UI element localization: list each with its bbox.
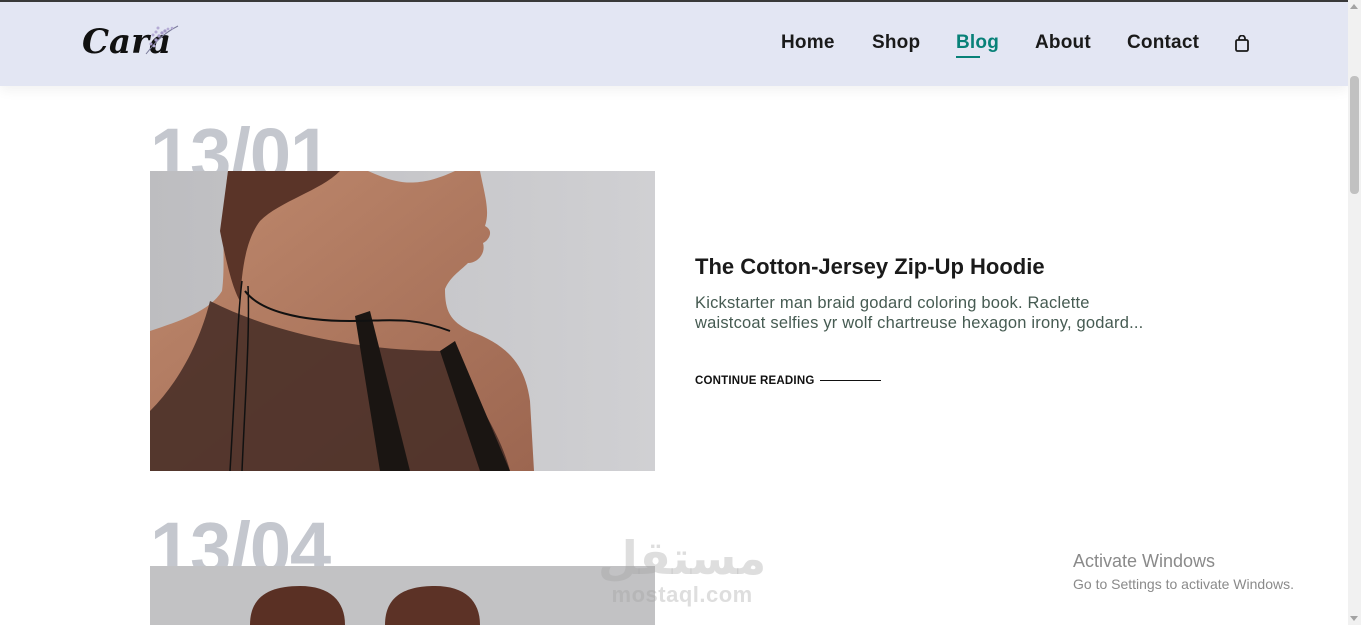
two-models-image bbox=[150, 566, 655, 625]
nav-link-shop[interactable]: Shop bbox=[872, 32, 920, 54]
post-image[interactable] bbox=[150, 171, 655, 471]
activate-title: Activate Windows bbox=[1073, 551, 1216, 571]
activate-windows-notice: Activate Windows Go to Settings to activ… bbox=[1073, 551, 1294, 592]
post-date: 13/01 bbox=[150, 118, 331, 171]
nav-link-home[interactable]: Home bbox=[781, 32, 835, 54]
page-scrollbar[interactable] bbox=[1348, 0, 1361, 625]
shopping-bag-icon[interactable] bbox=[1234, 35, 1250, 53]
read-more-line bbox=[820, 380, 881, 381]
nav-link-about[interactable]: About bbox=[1035, 32, 1091, 54]
nav-active-underline bbox=[956, 56, 980, 58]
watermark-arabic: مستقل bbox=[598, 531, 767, 585]
nav-link-blog[interactable]: Blog bbox=[956, 32, 999, 54]
nav-link-contact[interactable]: Contact bbox=[1127, 32, 1199, 54]
post-title[interactable]: The Cotton-Jersey Zip-Up Hoodie bbox=[695, 254, 1045, 280]
post-date-wrapper: 13/01 bbox=[150, 118, 370, 171]
post-excerpt: Kickstarter man braid godard coloring bo… bbox=[695, 294, 1144, 332]
scroll-up-icon[interactable] bbox=[1350, 4, 1358, 9]
continue-reading-link[interactable]: CONTINUE READING bbox=[695, 375, 814, 387]
post-date: 13/04 bbox=[150, 512, 331, 566]
watermark-latin: mostaql.com bbox=[611, 582, 753, 607]
mostaql-watermark: مستقل mostaql.com bbox=[598, 532, 766, 608]
activate-subtitle: Go to Settings to activate Windows. bbox=[1073, 576, 1294, 592]
post-image[interactable] bbox=[150, 566, 655, 625]
lavender-sprig-icon bbox=[145, 25, 179, 55]
site-header: Cara Home Shop Blog About Contact bbox=[0, 2, 1348, 86]
scroll-thumb[interactable] bbox=[1350, 76, 1359, 194]
site-logo[interactable]: Cara bbox=[82, 20, 182, 68]
woman-portrait-image bbox=[150, 171, 655, 471]
scroll-down-icon[interactable] bbox=[1350, 616, 1358, 621]
post-date-wrapper: 13/04 bbox=[150, 512, 390, 566]
